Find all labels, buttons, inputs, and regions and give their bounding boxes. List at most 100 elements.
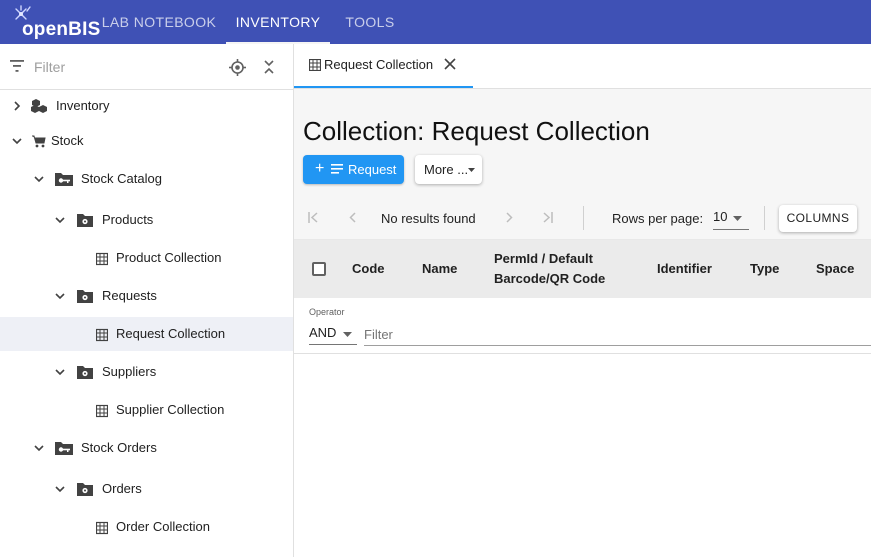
tree-item-requests[interactable]: Requests [0,279,293,313]
table-icon [96,521,108,535]
grid-filter-input[interactable] [364,324,871,346]
tree-item-label: Stock Catalog [81,171,162,186]
tab-bar: Request Collection [294,44,871,89]
column-header-type[interactable]: Type [750,261,779,276]
page-title: Collection: Request Collection [303,116,650,146]
operator-select[interactable]: AND [309,321,357,345]
chevron-down-icon[interactable] [12,136,22,146]
tree-item-label: Product Collection [116,250,222,265]
tree-item-stock-catalog[interactable]: Stock Catalog [0,162,293,196]
nav-tab-inventory[interactable]: INVENTORY [226,0,330,44]
table-icon [96,404,108,418]
openbis-logo[interactable]: openBIS [12,5,100,40]
chevron-down-icon[interactable] [34,443,44,453]
tree-item-products[interactable]: Products [0,203,293,237]
pager-status: No results found [381,211,476,226]
column-header-barcode[interactable]: Barcode/QR Code [494,271,605,286]
tree-item-label: Suppliers [102,364,157,379]
main-panel: Request Collection Collection: Request C… [294,44,871,557]
table-icon [96,252,108,266]
active-tab-indicator [294,86,473,88]
tree-item-stock[interactable]: Stock [0,124,293,158]
next-page-icon[interactable] [505,212,513,223]
tree-item-label: Orders [102,481,142,496]
locate-icon[interactable] [229,59,246,76]
tree-item-label: Stock Orders [81,440,157,455]
chevron-down-icon[interactable] [55,291,65,301]
add-request-label: Request [348,162,397,177]
list-icon [331,164,343,174]
app-bar: openBIS LAB NOTEBOOK INVENTORY TOOLS [0,0,871,44]
collapse-all-icon[interactable] [262,59,276,75]
close-icon[interactable] [444,58,456,70]
tree-item-label: Order Collection [116,519,210,534]
column-header-space[interactable]: Space [816,261,854,276]
previous-page-icon[interactable] [349,212,357,223]
grid-pager: No results found Rows per page: 10 COLUM… [294,197,871,240]
tree-item-suppliers[interactable]: Suppliers [0,355,293,389]
operator-label: Operator [309,307,345,317]
select-all-checkbox[interactable] [312,262,326,276]
caret-down-icon [468,168,475,172]
operator-value: AND [309,325,337,340]
caret-down-icon [343,332,352,337]
tree-item-request-collection[interactable]: Request Collection [0,317,293,351]
tab-label: Request Collection [324,57,434,72]
folder-gear-icon [77,483,93,496]
rows-per-page-select[interactable]: 10 [713,206,749,230]
folder-gear-icon [77,290,93,303]
tree-item-label: Stock [51,133,84,148]
add-request-button[interactable]: + Request [303,155,404,184]
pager-divider [583,206,584,230]
chevron-down-icon[interactable] [55,215,65,225]
sidebar: Inventory Stock Stock Catalog Products [0,44,294,557]
sidebar-filter [0,44,293,90]
column-header-name[interactable]: Name [422,261,457,276]
folder-gear-icon [77,366,93,379]
collection-content: Collection: Request Collection + Request… [294,89,871,557]
tree-item-product-collection[interactable]: Product Collection [0,241,293,275]
folder-key-icon [55,442,73,455]
cart-icon [32,135,46,148]
folder-key-icon [55,173,73,186]
pager-divider [764,206,765,230]
columns-button[interactable]: COLUMNS [779,205,857,232]
grid-filter-bar: Operator AND [294,298,871,354]
grid-header: Code Name PermId / Default Barcode/QR Co… [294,240,871,298]
chevron-down-icon[interactable] [55,367,65,377]
tree-item-label: Inventory [56,98,110,113]
tree-item-inventory[interactable]: Inventory [0,89,293,123]
tree-item-label: Requests [102,288,157,303]
tree-item-label: Products [102,212,154,227]
chevron-down-icon[interactable] [55,484,65,494]
tree-item-order-collection[interactable]: Order Collection [0,510,293,544]
table-icon [309,59,321,71]
logo-text: openBIS [22,19,101,40]
nav-tab-lab-notebook[interactable]: LAB NOTEBOOK [96,0,222,44]
chevron-right-icon[interactable] [12,101,22,111]
chevron-down-icon[interactable] [34,174,44,184]
column-header-permid[interactable]: PermId / Default [494,251,593,266]
folder-gear-icon [77,214,93,227]
tab-request-collection[interactable]: Request Collection [294,44,473,89]
table-icon [96,328,108,342]
last-page-icon[interactable] [541,212,553,223]
column-header-identifier[interactable]: Identifier [657,261,712,276]
more-label: More ... [424,162,469,177]
more-button[interactable]: More ... [415,155,482,184]
plus-icon: + [315,160,325,177]
tree-item-supplier-collection[interactable]: Supplier Collection [0,393,293,427]
column-header-code[interactable]: Code [352,261,385,276]
first-page-icon[interactable] [308,212,320,223]
rows-per-page-value: 10 [713,209,728,224]
tree-item-orders[interactable]: Orders [0,472,293,506]
filter-icon [10,60,24,72]
collection-grid: No results found Rows per page: 10 COLUM… [294,197,871,557]
sidebar-filter-input[interactable] [34,57,214,77]
caret-down-icon [733,216,742,221]
rows-per-page-label: Rows per page: [612,211,704,226]
inventory-icon [31,99,47,113]
tree-item-label: Request Collection [116,326,226,341]
nav-tab-tools[interactable]: TOOLS [336,0,404,44]
tree-item-stock-orders[interactable]: Stock Orders [0,431,293,465]
